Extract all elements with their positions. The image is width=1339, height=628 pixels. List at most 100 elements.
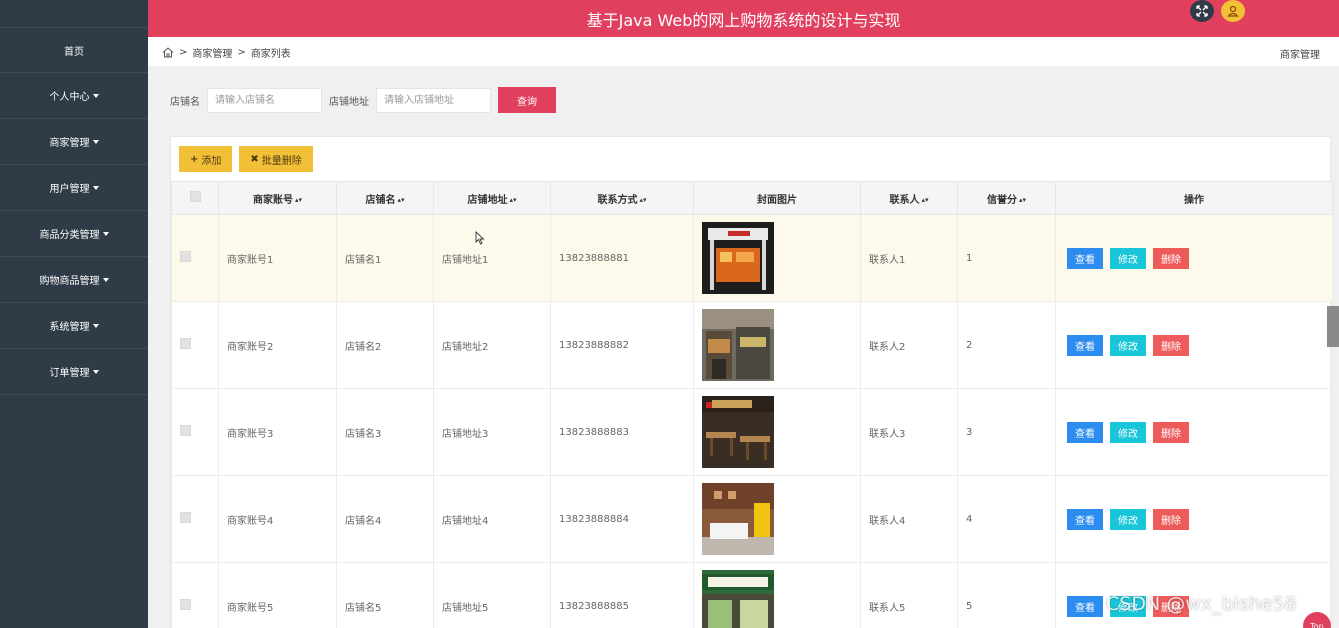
shop-cover-image xyxy=(702,396,774,468)
breadcrumb-item-merchant-management[interactable]: 商家管理 xyxy=(192,45,232,60)
sidebar-item-merchant-management[interactable]: 商家管理 xyxy=(0,119,148,165)
sort-icon: ▴▾ xyxy=(921,195,929,204)
breadcrumb: > 商家管理 > 商家列表 xyxy=(162,45,291,60)
shop-name-cell: 店铺名4 xyxy=(336,475,434,563)
row-checkbox[interactable] xyxy=(180,512,191,523)
row-checkbox[interactable] xyxy=(180,251,191,262)
row-checkbox[interactable] xyxy=(180,599,191,610)
credit-score-cell: 3 xyxy=(957,388,1056,476)
sidebar-item-home[interactable]: 首页 xyxy=(0,27,148,73)
column-header-shop-name[interactable]: 店铺名 ▴▾ xyxy=(336,181,434,215)
page-title: 基于Java Web的网上购物系统的设计与实现 xyxy=(586,11,901,30)
cover-image-cell xyxy=(693,388,861,476)
phone-cell: 13823888883 xyxy=(550,388,694,476)
phone-cell: 13823888885 xyxy=(550,562,694,628)
table-row[interactable]: 商家账号4 店铺名4 店铺地址4 13823888884 联系人4 4 查看 修… xyxy=(171,475,1333,563)
row-select-cell xyxy=(171,301,219,389)
account-cell: 商家账号4 xyxy=(218,475,337,563)
column-header-account[interactable]: 商家账号 ▴▾ xyxy=(218,181,337,215)
contact-cell: 联系人4 xyxy=(860,475,958,563)
caret-down-icon xyxy=(92,323,99,328)
fullscreen-icon xyxy=(1196,5,1208,17)
merchant-table: 商家账号 ▴▾ 店铺名 ▴▾ 店铺地址 ▴▾ 联系方式 ▴▾ 封面图片 联系人 ▴▾ 信誉… xyxy=(171,181,1333,628)
cover-image-cell xyxy=(693,301,861,389)
shop-cover-image xyxy=(702,222,774,294)
caret-down-icon xyxy=(92,185,99,190)
select-all-header xyxy=(171,181,219,215)
shop-cover-image xyxy=(702,483,774,555)
select-all-checkbox[interactable] xyxy=(189,191,201,202)
shop-address-cell: 店铺地址1 xyxy=(433,214,551,302)
sidebar: 首页 个人中心 商家管理 用户管理 商品分类管理 购物商品管理 系统管理 订单管… xyxy=(0,0,148,628)
row-checkbox[interactable] xyxy=(180,425,191,436)
user-avatar-button[interactable] xyxy=(1221,0,1245,22)
row-checkbox[interactable] xyxy=(180,338,191,349)
sort-icon: ▴▾ xyxy=(294,195,303,204)
delete-button[interactable]: 删除 xyxy=(1153,334,1189,356)
view-button[interactable]: 查看 xyxy=(1067,508,1103,530)
view-button[interactable]: 查看 xyxy=(1067,247,1103,269)
phone-cell: 13823888884 xyxy=(550,475,694,563)
edit-button[interactable]: 修改 xyxy=(1110,421,1146,443)
query-button[interactable]: 查询 xyxy=(498,87,556,113)
caret-down-icon xyxy=(102,231,109,236)
table-row[interactable]: 商家账号2 店铺名2 店铺地址2 13823888882 联系人2 2 查看 修… xyxy=(171,301,1333,389)
contact-cell: 联系人5 xyxy=(860,562,958,628)
batch-delete-button[interactable]: ✖ 批量删除 xyxy=(239,146,313,172)
fullscreen-button[interactable] xyxy=(1190,0,1214,22)
delete-button[interactable]: 删除 xyxy=(1153,247,1189,269)
column-header-credit-score[interactable]: 信誉分 ▴▾ xyxy=(957,181,1056,215)
view-button[interactable]: 查看 xyxy=(1067,595,1103,617)
user-icon xyxy=(1227,5,1239,17)
shop-address-input[interactable] xyxy=(376,87,491,113)
mouse-cursor-icon xyxy=(475,231,485,245)
shop-cover-image xyxy=(702,309,774,381)
delete-button[interactable]: 删除 xyxy=(1153,508,1189,530)
home-icon[interactable] xyxy=(162,47,174,58)
watermark: CSDN @wx_bishe58 xyxy=(1106,593,1297,615)
sidebar-item-category-management[interactable]: 商品分类管理 xyxy=(0,211,148,257)
shop-name-cell: 店铺名3 xyxy=(336,388,434,476)
section-label: 商家管理 xyxy=(1280,50,1320,61)
actions-cell: 查看 修改 删除 xyxy=(1055,388,1333,476)
caret-down-icon xyxy=(92,93,99,98)
delete-button[interactable]: 删除 xyxy=(1153,421,1189,443)
column-header-cover-image: 封面图片 xyxy=(693,181,861,215)
view-button[interactable]: 查看 xyxy=(1067,334,1103,356)
edit-button[interactable]: 修改 xyxy=(1110,334,1146,356)
caret-down-icon xyxy=(102,277,109,282)
edit-button[interactable]: 修改 xyxy=(1110,247,1146,269)
sidebar-item-product-management[interactable]: 购物商品管理 xyxy=(0,257,148,303)
sidebar-item-user-management[interactable]: 用户管理 xyxy=(0,165,148,211)
sort-icon: ▴▾ xyxy=(1018,195,1027,204)
shop-name-input[interactable] xyxy=(207,87,322,113)
sidebar-item-order-management[interactable]: 订单管理 xyxy=(0,349,148,395)
shop-address-cell: 店铺地址5 xyxy=(433,562,551,628)
sidebar-item-personal-center[interactable]: 个人中心 xyxy=(0,73,148,119)
account-cell: 商家账号1 xyxy=(218,214,337,302)
view-button[interactable]: 查看 xyxy=(1067,421,1103,443)
scrollbar-thumb[interactable] xyxy=(1327,306,1339,347)
edit-button[interactable]: 修改 xyxy=(1110,508,1146,530)
shop-name-cell: 店铺名5 xyxy=(336,562,434,628)
column-header-contact[interactable]: 联系人 ▴▾ xyxy=(860,181,958,215)
shop-name-cell: 店铺名2 xyxy=(336,301,434,389)
contact-cell: 联系人3 xyxy=(860,388,958,476)
sidebar-item-system-management[interactable]: 系统管理 xyxy=(0,303,148,349)
shop-address-cell: 店铺地址2 xyxy=(433,301,551,389)
shop-address-cell: 店铺地址3 xyxy=(433,388,551,476)
table-toolbar: + 添加 ✖ 批量删除 xyxy=(179,146,313,172)
caret-down-icon xyxy=(92,139,99,144)
table-row[interactable]: 商家账号1 店铺名1 店铺地址1 13823888881 联系人1 1 查看 修… xyxy=(171,214,1333,302)
credit-score-cell: 2 xyxy=(957,301,1056,389)
add-button[interactable]: + 添加 xyxy=(179,146,233,172)
shop-name-label: 店铺名 xyxy=(170,96,200,108)
column-header-shop-address[interactable]: 店铺地址 ▴▾ xyxy=(433,181,551,215)
credit-score-cell: 1 xyxy=(957,214,1056,302)
row-select-cell xyxy=(171,388,219,476)
shop-address-label: 店铺地址 xyxy=(329,96,369,108)
breadcrumb-bar: > 商家管理 > 商家列表 商家管理 xyxy=(148,37,1339,66)
column-header-phone[interactable]: 联系方式 ▴▾ xyxy=(550,181,694,215)
table-header-row: 商家账号 ▴▾ 店铺名 ▴▾ 店铺地址 ▴▾ 联系方式 ▴▾ 封面图片 联系人 ▴▾ 信誉… xyxy=(171,181,1333,215)
table-row[interactable]: 商家账号3 店铺名3 店铺地址3 13823888883 联系人3 3 查看 修… xyxy=(171,388,1333,476)
